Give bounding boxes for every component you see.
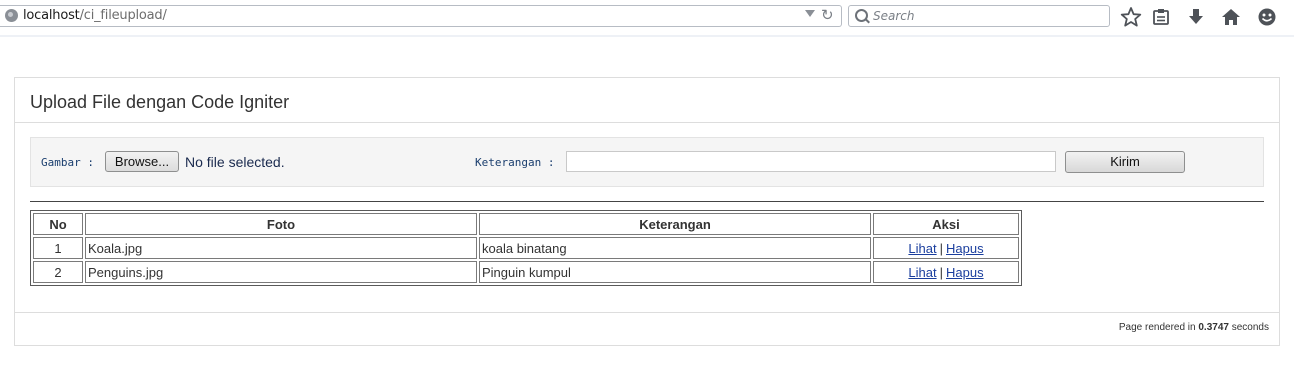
keterangan-label: Keterangan :	[475, 156, 555, 169]
url-dropdown-icon[interactable]	[805, 10, 815, 17]
search-icon[interactable]	[855, 9, 868, 22]
kirim-button[interactable]: Kirim	[1065, 151, 1185, 173]
browse-button[interactable]: Browse...	[105, 151, 179, 172]
hapus-link[interactable]: Hapus	[946, 265, 984, 280]
globe-icon	[5, 9, 18, 22]
header-keterangan: Keterangan	[479, 213, 871, 235]
reading-list-icon[interactable]	[1150, 6, 1172, 28]
url-bar[interactable]: localhost/ci_fileupload/ ↻	[0, 5, 842, 27]
footer-suffix: seconds	[1231, 322, 1269, 333]
url-host: localhost	[23, 8, 80, 23]
hapus-link[interactable]: Hapus	[946, 241, 984, 256]
horizontal-rule	[30, 201, 1264, 202]
upload-panel: Upload File dengan Code Igniter Gambar :…	[14, 77, 1280, 346]
table-row: 2 Penguins.jpg Pinguin kumpul Lihat | Hapu…	[33, 261, 1019, 283]
download-icon[interactable]	[1185, 6, 1207, 28]
cell-no: 2	[33, 261, 83, 283]
cell-aksi: Lihat | Hapus	[873, 237, 1019, 259]
render-time-value: 0.3747	[1198, 322, 1229, 333]
page-title: Upload File dengan Code Igniter	[30, 92, 290, 112]
url-path: /ci_fileupload/	[79, 8, 167, 23]
cell-no: 1	[33, 237, 83, 259]
footer-prefix: Page rendered in	[1118, 322, 1196, 333]
link-separator: |	[939, 240, 943, 256]
table-row: 1 Koala.jpg koala binatang Lihat | Hapus	[33, 237, 1019, 259]
star-icon[interactable]	[1120, 6, 1142, 28]
smiley-icon[interactable]	[1256, 6, 1278, 28]
header-aksi: Aksi	[873, 213, 1019, 235]
reload-icon[interactable]: ↻	[821, 7, 834, 25]
table-header-row: No Foto Keterangan Aksi	[33, 213, 1019, 235]
upload-form: Gambar : Browse... No file selected. Ket…	[30, 137, 1264, 187]
toolbar-border	[0, 35, 1294, 37]
search-bar[interactable]: Search	[848, 5, 1110, 27]
header-no: No	[33, 213, 83, 235]
cell-keterangan: Pinguin kumpul	[479, 261, 871, 283]
search-input[interactable]: Search	[873, 9, 915, 23]
panel-divider	[15, 122, 1279, 123]
link-separator: |	[939, 264, 943, 280]
cell-foto: Penguins.jpg	[85, 261, 477, 283]
lihat-link[interactable]: Lihat	[908, 241, 936, 256]
home-icon[interactable]	[1220, 6, 1242, 28]
header-foto: Foto	[85, 213, 477, 235]
render-time-footer: Page rendered in 0.3747 seconds	[1119, 322, 1269, 333]
file-status-text: No file selected.	[185, 154, 285, 170]
cell-aksi: Lihat | Hapus	[873, 261, 1019, 283]
keterangan-input[interactable]	[566, 151, 1056, 172]
cell-keterangan: koala binatang	[479, 237, 871, 259]
footer-divider	[15, 312, 1279, 313]
lihat-link[interactable]: Lihat	[908, 265, 936, 280]
url-text[interactable]: localhost/ci_fileupload/	[23, 8, 167, 24]
cell-foto: Koala.jpg	[85, 237, 477, 259]
gambar-label: Gambar :	[41, 156, 94, 169]
upload-table: No Foto Keterangan Aksi 1 Koala.jpg koal…	[30, 210, 1022, 286]
browser-toolbar: localhost/ci_fileupload/ ↻ Search	[0, 0, 1294, 36]
